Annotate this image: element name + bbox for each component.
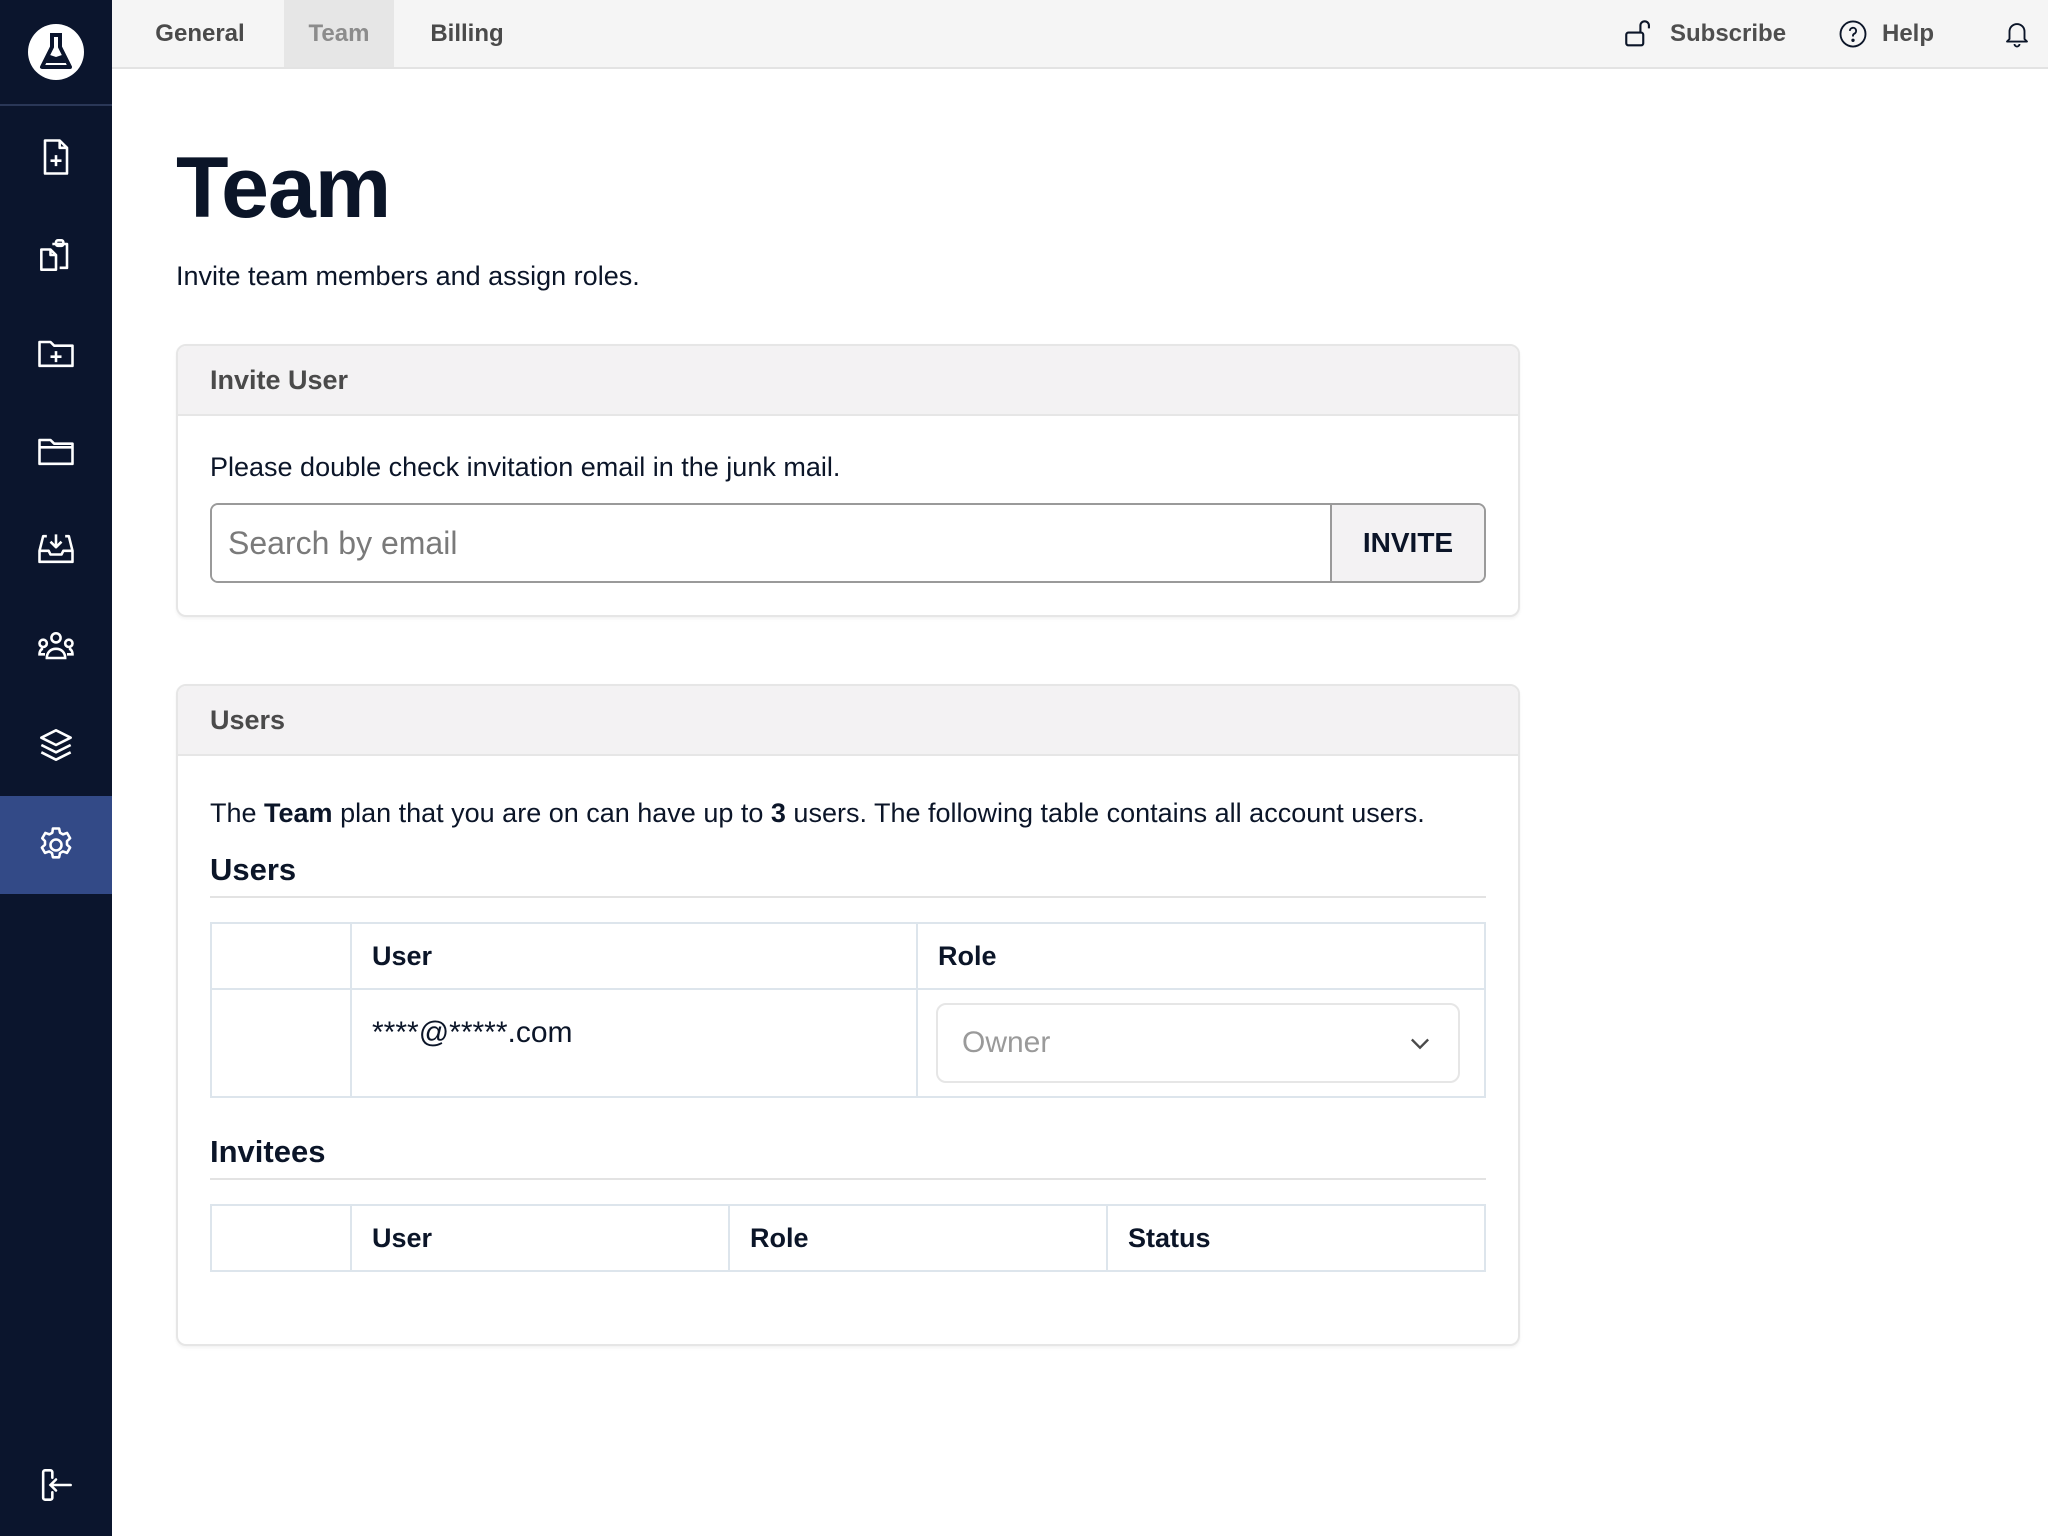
- role-select[interactable]: Owner: [936, 1003, 1460, 1083]
- plan-description: The Team plan that you are on can have u…: [210, 792, 1486, 834]
- tab-team[interactable]: Team: [284, 0, 394, 67]
- invite-card-header: Invite User: [178, 346, 1518, 416]
- sidebar-item-layers[interactable]: [0, 696, 112, 794]
- folder-icon: [38, 438, 74, 466]
- unlock-icon: [1625, 19, 1650, 46]
- users-table: User Role ****@*****.com Owner: [210, 922, 1486, 1098]
- layers-icon: [40, 729, 72, 761]
- sidebar-item-new-document[interactable]: [0, 108, 112, 206]
- plan-text-part: The: [210, 798, 265, 828]
- chevron-down-icon: [1411, 1038, 1429, 1050]
- sidebar-item-team[interactable]: [0, 598, 112, 696]
- row-select-cell: [210, 988, 352, 1098]
- invite-hint: Please double check invitation email in …: [210, 452, 841, 482]
- top-bar: General Team Billing Subscribe Help: [112, 0, 2048, 69]
- email-search-input[interactable]: [212, 505, 1330, 581]
- sidebar: [0, 0, 112, 1536]
- notifications-button[interactable]: [2002, 0, 2046, 67]
- column-header: [210, 1204, 352, 1272]
- page-subtitle: Invite team members and assign roles.: [176, 261, 640, 291]
- users-card-header: Users: [178, 686, 1518, 756]
- column-header-user: User: [350, 1204, 730, 1272]
- column-header: [210, 922, 352, 990]
- column-header-role: Role: [728, 1204, 1108, 1272]
- invitees-table-header: User Role Status: [210, 1204, 1486, 1272]
- user-email-cell: ****@*****.com: [350, 988, 918, 1098]
- sidebar-item-folders[interactable]: [0, 402, 112, 500]
- users-section-title: Users: [210, 852, 1486, 898]
- plan-name: Team: [264, 798, 333, 828]
- table-row: ****@*****.com Owner: [210, 988, 1486, 1098]
- logo[interactable]: [0, 0, 112, 106]
- invitees-table: User Role Status: [210, 1204, 1486, 1272]
- users-table-header: User Role: [210, 922, 1486, 990]
- column-header-user: User: [350, 922, 918, 990]
- tab-billing[interactable]: Billing: [412, 0, 522, 67]
- invite-form: INVITE: [210, 503, 1486, 583]
- users-group-icon: [38, 631, 74, 660]
- sidebar-item-inbox[interactable]: [0, 500, 112, 598]
- gear-icon: [40, 827, 72, 859]
- help-label: Help: [1882, 19, 1935, 47]
- invite-button[interactable]: INVITE: [1330, 505, 1484, 581]
- help-circle-icon: [1839, 20, 1867, 47]
- folder-plus-icon: [38, 340, 74, 368]
- page-title: Team: [176, 140, 391, 236]
- logout-button[interactable]: [0, 1436, 112, 1534]
- sidebar-item-new-folder[interactable]: [0, 304, 112, 402]
- clipboard-copy-icon: [40, 239, 69, 271]
- invitees-section-title: Invitees: [210, 1134, 1486, 1180]
- logout-icon: [41, 1469, 72, 1501]
- subscribe-button[interactable]: Subscribe: [1622, 0, 1786, 67]
- users-card: Users The Team plan that you are on can …: [176, 684, 1520, 1346]
- file-plus-icon: [43, 139, 69, 175]
- bell-icon: [2006, 22, 2028, 47]
- column-header-role: Role: [916, 922, 1486, 990]
- inbox-download-icon: [38, 534, 74, 564]
- column-header-status: Status: [1106, 1204, 1486, 1272]
- tab-general[interactable]: General: [148, 0, 252, 67]
- max-users: 3: [770, 798, 786, 828]
- role-value: Owner: [962, 1026, 1051, 1059]
- plan-text-part: users. The following table contains all …: [785, 798, 1425, 828]
- flask-logo-icon: [28, 24, 84, 80]
- sidebar-item-documents[interactable]: [0, 206, 112, 304]
- sidebar-item-settings[interactable]: [0, 796, 112, 894]
- role-cell: Owner: [916, 988, 1486, 1098]
- help-button[interactable]: Help: [1838, 0, 1934, 67]
- subscribe-label: Subscribe: [1670, 19, 1787, 47]
- invite-user-card: Invite User Please double check invitati…: [176, 344, 1520, 617]
- plan-text-part: plan that you are on can have up to: [332, 798, 771, 828]
